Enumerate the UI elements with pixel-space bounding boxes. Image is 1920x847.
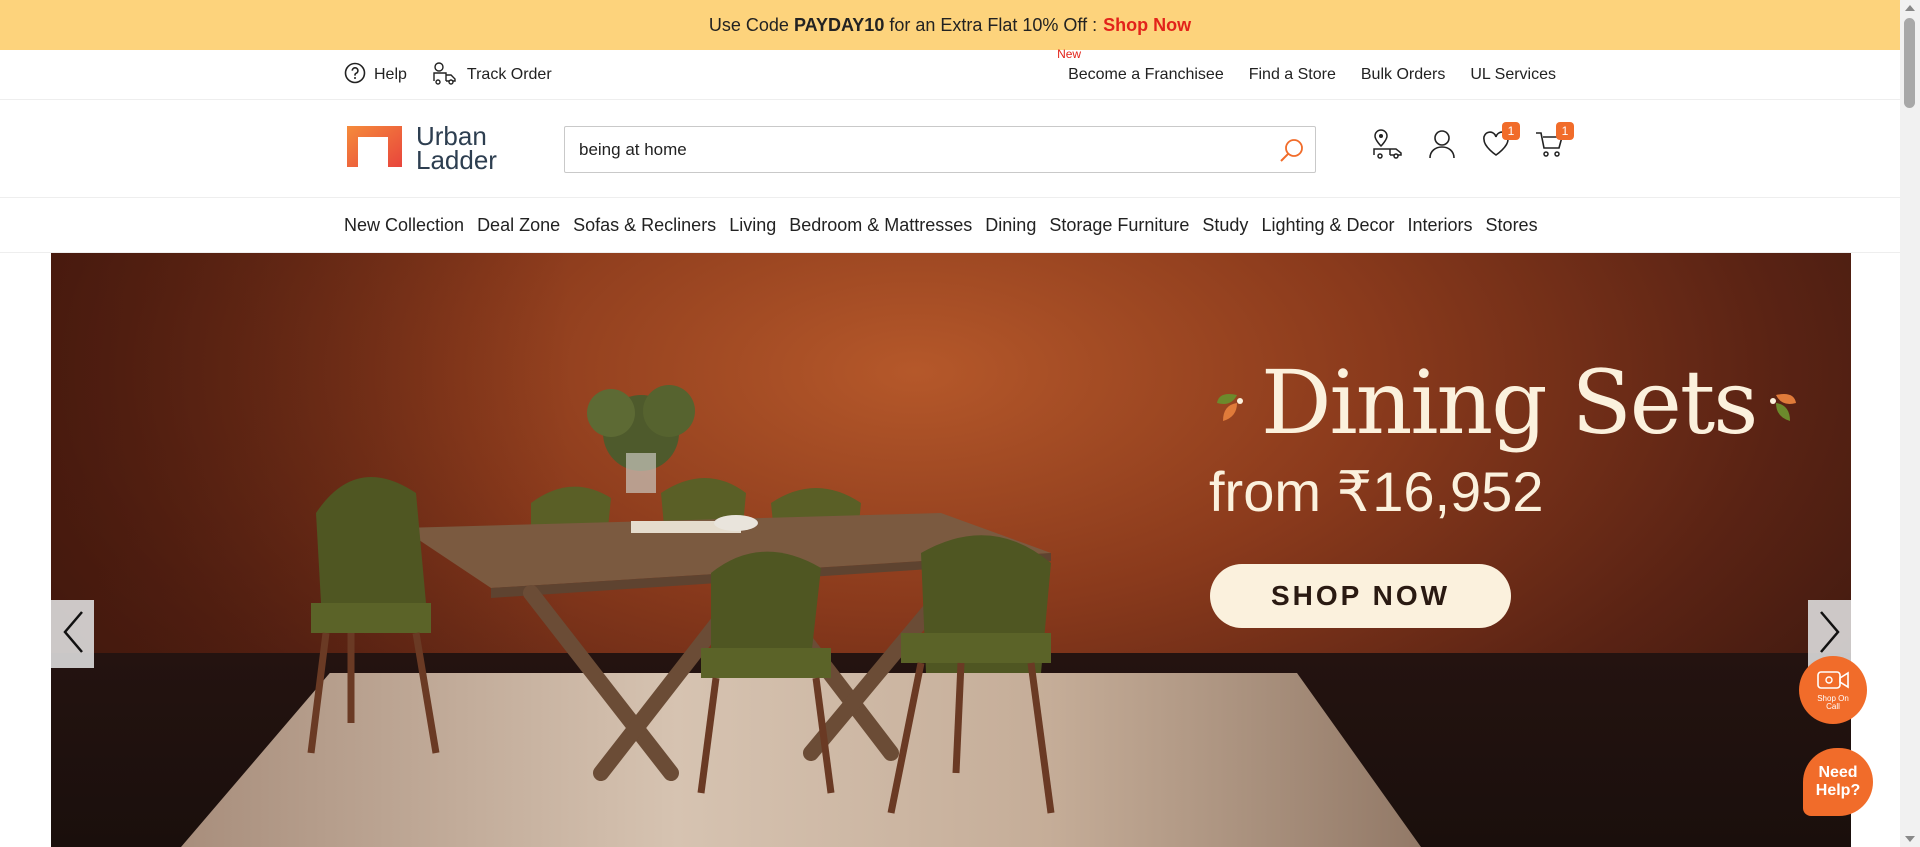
urban-ladder-logo[interactable]: Urban Ladder [344,122,497,174]
nav-bedroom-mattresses[interactable]: Bedroom & Mattresses [789,215,972,236]
promo-code: PAYDAY10 [793,14,885,35]
promo-shop-now-link[interactable]: Shop Now [1103,15,1191,36]
page-scrollbar[interactable] [1900,0,1920,847]
leaf-ornament-right-icon [1770,394,1797,421]
main-header: Urban Ladder 1 [0,100,1900,198]
hero-price-text: from ₹16,952 [1209,460,1544,523]
nav-lighting-decor[interactable]: Lighting & Decor [1261,215,1394,236]
shop-on-call-button[interactable]: Shop On Call [1799,656,1867,724]
hero-title: Dining Sets [1217,351,1797,454]
track-order-link[interactable]: Track Order [431,61,552,90]
account-button[interactable] [1426,129,1458,164]
promo-text: for an Extra Flat 10% Off : [889,14,1098,35]
nav-stores[interactable]: Stores [1486,215,1538,236]
promo-prefix: Use Code [708,14,789,35]
scrollbar-thumb[interactable] [1904,18,1915,108]
search-bar[interactable] [564,126,1316,173]
utility-bar: Help Track Order New Become a Franchisee… [0,47,1900,100]
user-icon [1428,129,1456,164]
nav-study[interactable]: Study [1202,215,1248,236]
nav-sofas-recliners[interactable]: Sofas & Recliners [573,215,716,236]
logo-mark-icon [344,123,404,174]
scroll-up-arrow-icon[interactable] [1905,5,1915,11]
wishlist-button[interactable]: 1 [1480,122,1520,162]
new-badge: New [1057,47,1082,61]
promo-banner: Use Code PAYDAY10 for an Extra Flat 10% … [0,0,1900,50]
dining-set-illustration [307,385,1055,814]
category-nav: New Collection Deal Zone Sofas & Recline… [0,198,1900,253]
video-camera-icon [1816,669,1850,693]
bulk-orders-link[interactable]: Bulk Orders [1361,66,1445,84]
logo-text-ladder: Ladder [416,145,497,175]
leaf-ornament-left-icon [1217,394,1243,421]
nav-interiors[interactable]: Interiors [1408,215,1473,236]
header-icons: 1 1 [1372,122,1574,164]
search-icon[interactable] [1279,137,1305,168]
delivery-truck-icon [431,61,459,90]
scroll-down-arrow-icon[interactable] [1905,836,1915,842]
hero-shop-now-button[interactable]: SHOP NOW [1210,564,1511,628]
help-link[interactable]: Help [344,62,407,89]
store-locator-button[interactable] [1372,128,1404,164]
help-circle-icon [344,62,366,89]
cart-count-badge: 1 [1556,122,1574,140]
become-franchisee-label: Become a Franchisee [1068,66,1224,83]
track-order-label: Track Order [466,66,552,83]
help-label: Help [374,66,407,83]
wishlist-count-badge: 1 [1502,122,1520,140]
nav-deal-zone[interactable]: Deal Zone [477,215,560,236]
chair-right [887,535,1055,814]
carousel-prev-button[interactable] [51,600,94,668]
shop-on-call-label: Shop On Call [1817,694,1849,711]
plant-decor [587,385,695,493]
become-franchisee-link[interactable]: New Become a Franchisee [1057,47,1224,84]
nav-dining[interactable]: Dining [985,215,1036,236]
chevron-right-icon [1819,610,1841,659]
chevron-left-icon [62,610,84,659]
nav-storage-furniture[interactable]: Storage Furniture [1049,215,1189,236]
chair-front-left [307,477,440,754]
hero-title-text: Dining Sets [1261,351,1758,454]
nav-new-collection[interactable]: New Collection [344,215,464,236]
need-help-button[interactable]: Need Help? [1803,748,1873,816]
store-locator-icon [1372,128,1404,164]
cart-button[interactable]: 1 [1534,122,1574,162]
find-store-link[interactable]: Find a Store [1249,66,1336,84]
ul-services-link[interactable]: UL Services [1470,66,1556,84]
hero-banner[interactable]: Dining Sets from ₹16,952 SHOP NOW [51,253,1851,847]
nav-living[interactable]: Living [729,215,776,236]
search-input[interactable] [579,139,1269,160]
